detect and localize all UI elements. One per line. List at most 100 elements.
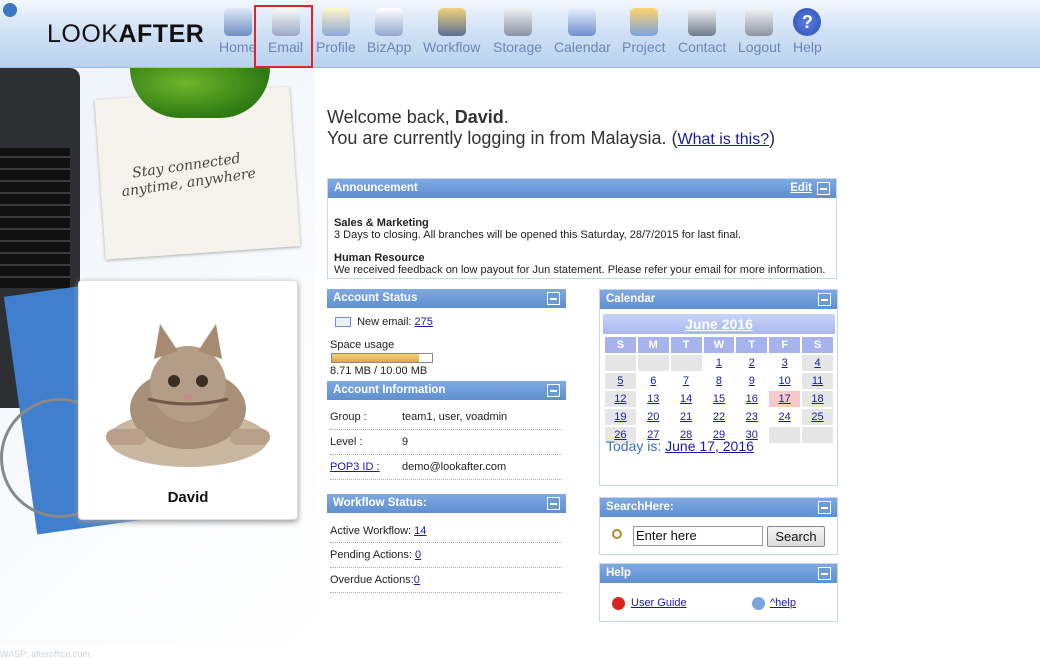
calendar-day-cell[interactable]: 7	[670, 373, 702, 389]
minimize-icon[interactable]	[547, 292, 560, 305]
calendar-day-cell[interactable]: 22	[703, 409, 735, 425]
nav-bizapp[interactable]: BizApp	[367, 8, 411, 55]
calendar-day-link[interactable]: 15	[713, 393, 725, 405]
nav-calendar[interactable]: Calendar	[554, 8, 611, 55]
minimize-icon[interactable]	[547, 497, 560, 510]
calendar-day-cell[interactable]: 10	[769, 373, 801, 389]
announcement-item: Human Resource We received feedback on lo…	[334, 252, 826, 276]
calendar-day-cell[interactable]: 20	[637, 409, 669, 425]
minimize-icon[interactable]	[818, 293, 831, 306]
ahelp-link[interactable]: ^help	[770, 597, 796, 609]
search-header: SearchHere:	[600, 498, 837, 517]
avatar[interactable]	[88, 289, 288, 489]
calendar-day-cell[interactable]: 6	[637, 373, 669, 389]
calendar-day-cell[interactable]: 17	[769, 391, 801, 407]
calendar-day-cell[interactable]: 5	[605, 373, 636, 389]
pop3-id-link[interactable]: POP3 ID :	[330, 461, 380, 473]
calendar-day-link[interactable]: 1	[716, 357, 722, 369]
calendar-day-link[interactable]: 11	[812, 375, 823, 387]
calendar-day-link[interactable]: 17	[779, 393, 791, 405]
calendar-day-cell[interactable]: 12	[605, 391, 636, 407]
new-email-count-link[interactable]: 275	[415, 316, 433, 328]
search-input[interactable]: Enter here	[633, 526, 763, 546]
corner-badge-icon	[3, 3, 17, 17]
calendar-day-cell[interactable]: 19	[605, 409, 636, 425]
minimize-icon[interactable]	[547, 384, 560, 397]
nav-logout[interactable]: Logout	[738, 8, 781, 55]
calendar-day-cell[interactable]: 14	[670, 391, 702, 407]
overdue-actions-link[interactable]: 0	[414, 574, 420, 586]
calendar-day-cell[interactable]: 11	[802, 373, 833, 389]
what-is-this-link[interactable]: What is this?	[678, 131, 770, 148]
calendar-day-cell[interactable]: 4	[802, 355, 833, 371]
calendar-day-cell[interactable]: 8	[703, 373, 735, 389]
search-button[interactable]: Search	[767, 526, 825, 547]
nav-profile[interactable]: Profile	[316, 8, 356, 55]
calendar-day-header: M	[637, 337, 669, 353]
calendar-day-cell[interactable]: 13	[637, 391, 669, 407]
help-panel: Help User Guide ^help	[599, 563, 838, 622]
calendar-day-link[interactable]: 5	[617, 375, 623, 387]
calendar-day-link[interactable]: 2	[749, 357, 755, 369]
calendar-day-cell[interactable]: 3	[769, 355, 801, 371]
calendar-day-link[interactable]: 10	[779, 375, 791, 387]
nav-contact[interactable]: Contact	[678, 8, 726, 55]
calendar-day-link[interactable]: 20	[647, 411, 659, 423]
minimize-icon[interactable]	[817, 182, 830, 195]
project-icon	[629, 8, 658, 36]
today-date-link[interactable]: June 17, 2016	[665, 438, 754, 454]
calendar-day-link[interactable]: 8	[716, 375, 722, 387]
calendar-day-link[interactable]: 25	[811, 411, 823, 423]
calendar-day-link[interactable]: 22	[713, 411, 725, 423]
calendar-day-link[interactable]: 23	[746, 411, 758, 423]
calendar-day-link[interactable]: 14	[680, 393, 692, 405]
calendar-day-cell[interactable]: 16	[736, 391, 768, 407]
calendar-day-link[interactable]: 7	[683, 375, 689, 387]
pending-actions-link[interactable]: 0	[415, 549, 421, 561]
space-usage-bar	[331, 353, 433, 363]
calendar-day-link[interactable]: 4	[814, 357, 820, 369]
nav-help[interactable]: ? Help	[793, 8, 822, 55]
calendar-day-link[interactable]: 3	[782, 357, 788, 369]
nav-home[interactable]: Home	[219, 8, 256, 55]
calendar-day-cell[interactable]: 2	[736, 355, 768, 371]
calendar-day-cell[interactable]: 24	[769, 409, 801, 425]
space-usage-fill	[332, 354, 420, 362]
calendar-day-link[interactable]: 13	[647, 393, 659, 405]
magnifier-icon	[612, 529, 622, 539]
nav-project[interactable]: Project	[622, 8, 666, 55]
calendar-day-link[interactable]: 12	[614, 393, 626, 405]
calendar-day-cell[interactable]: 15	[703, 391, 735, 407]
calendar-day-cell[interactable]: 21	[670, 409, 702, 425]
workflow-row-pending: Pending Actions: 0	[330, 543, 562, 568]
calendar-day-link[interactable]: 21	[680, 411, 692, 423]
user-guide-link[interactable]: User Guide	[631, 597, 687, 609]
announcement-edit-link[interactable]: Edit	[790, 179, 812, 198]
nav-workflow[interactable]: Workflow	[423, 8, 480, 55]
calendar-day-cell[interactable]: 23	[736, 409, 768, 425]
calendar-day-link[interactable]: 24	[779, 411, 791, 423]
announcement-header: Announcement Edit	[328, 179, 836, 198]
welcome-message: Welcome back, David. You are currently l…	[327, 107, 776, 148]
calendar-empty-cell	[670, 355, 702, 371]
calendar-header: Calendar	[600, 290, 837, 309]
calendar-day-link[interactable]: 6	[650, 375, 656, 387]
calendar-day-link[interactable]: 16	[746, 393, 758, 405]
calendar-day-cell[interactable]: 1	[703, 355, 735, 371]
minimize-icon[interactable]	[818, 567, 831, 580]
calendar-month-link[interactable]: June 2016	[685, 316, 753, 332]
calendar-day-link[interactable]: 19	[614, 411, 626, 423]
active-workflow-link[interactable]: 14	[414, 525, 426, 537]
profile-card[interactable]: David	[78, 280, 298, 520]
calendar-day-link[interactable]: 18	[811, 393, 823, 405]
calendar-day-cell[interactable]: 18	[802, 391, 833, 407]
calendar-day-cell[interactable]: 25	[802, 409, 833, 425]
space-usage-text: 8.71 MB / 10.00 MB	[330, 365, 428, 377]
calendar-day-cell[interactable]: 9	[736, 373, 768, 389]
calendar-day-link[interactable]: 9	[749, 375, 755, 387]
minimize-icon[interactable]	[818, 501, 831, 514]
info-row-level: Level : 9	[330, 430, 562, 455]
lookafter-logo[interactable]: LOOKAFTER	[47, 20, 204, 49]
announcement-panel: Announcement Edit Sales & Marketing 3 Day…	[327, 178, 837, 279]
nav-storage[interactable]: Storage	[493, 8, 542, 55]
